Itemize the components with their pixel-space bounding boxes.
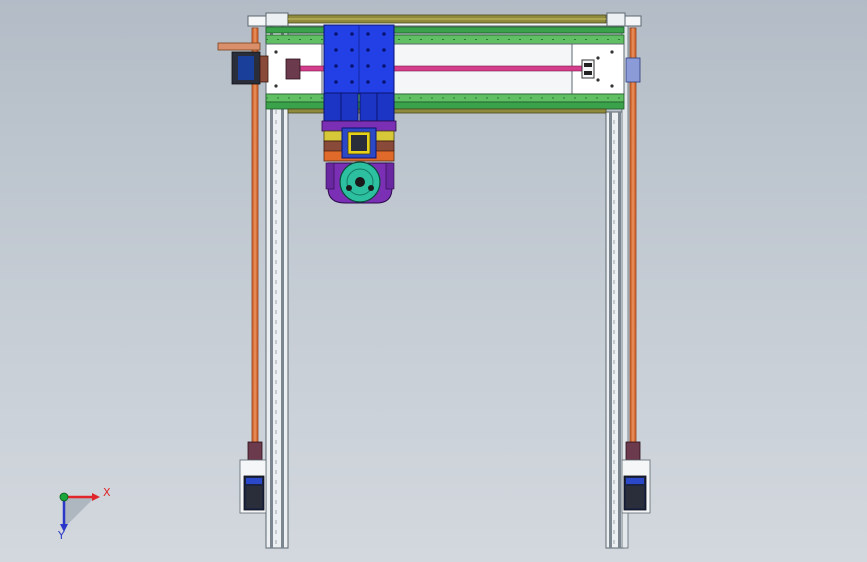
upper-linear-rail [265, 14, 625, 45]
cad-viewport[interactable]: X Y [0, 0, 867, 562]
y-axis-label: Y [58, 529, 65, 542]
x-axis-label: X [103, 486, 111, 499]
right-lead-rod [629, 27, 637, 449]
left-lead-rod [251, 27, 259, 449]
right-coupling-block [625, 57, 641, 83]
lower-linear-rail [265, 93, 625, 114]
left-z-stepper-motor [239, 441, 267, 514]
coordinate-axis-triad [59, 492, 100, 532]
z-stepper-motor [341, 127, 377, 159]
y-carriage-plate [323, 24, 395, 94]
spindle-gear [339, 161, 381, 203]
x-stepper-motor [217, 42, 269, 85]
right-z-stepper-motor [621, 441, 651, 514]
gantry-assembly-drawing [59, 12, 651, 549]
